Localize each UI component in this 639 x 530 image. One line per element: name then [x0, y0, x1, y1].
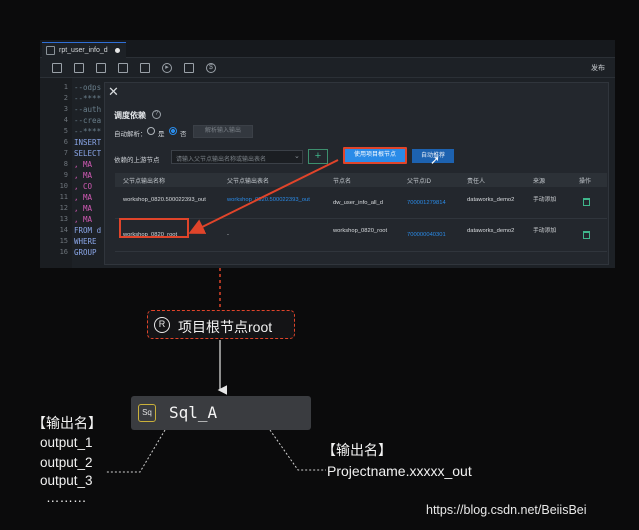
sql-node-icon: Sq [138, 404, 156, 422]
output-item: ……… [46, 490, 87, 505]
project-output-dashed-line [269, 429, 326, 471]
output-title: 【输出名】 [32, 415, 102, 431]
project-root-node: R 项目根节点root [147, 310, 295, 339]
sql-a-node: Sq Sql_A [131, 396, 311, 430]
output-item: output_1 [40, 435, 93, 450]
root-node-icon: R [154, 317, 170, 333]
project-output-title: 【输出名】 [322, 442, 392, 458]
output-item: output_2 [40, 455, 93, 470]
root-node-label: 项目根节点root [178, 319, 273, 335]
project-output-name: Projectname.xxxxx_out [327, 463, 472, 479]
sql-node-label: Sql_A [169, 403, 218, 422]
output-item: output_3 [40, 473, 93, 488]
output-dashed-line [106, 429, 166, 473]
annotation-connectors [106, 159, 339, 473]
red-pointer-arrow [188, 159, 339, 234]
watermark: https://blog.csdn.net/BeiisBei [426, 503, 587, 517]
